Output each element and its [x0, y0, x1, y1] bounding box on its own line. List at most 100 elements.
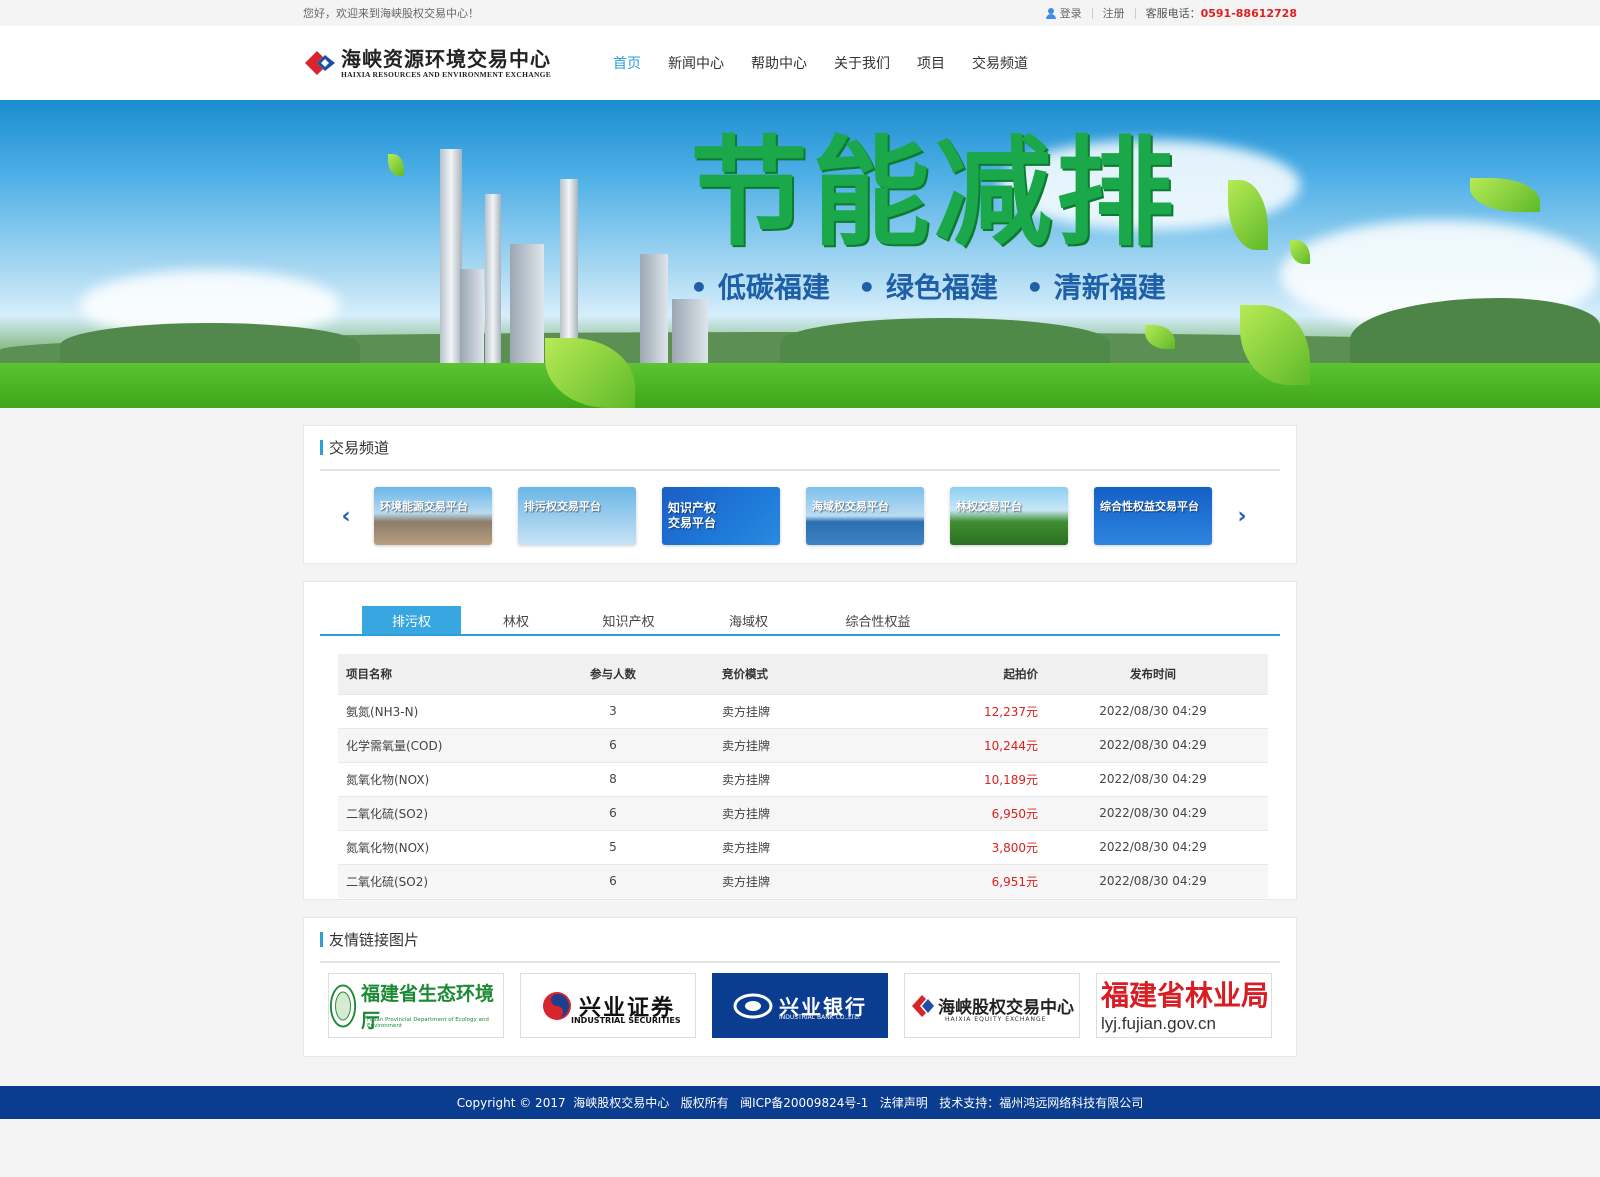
tab-sea-area[interactable]: 海域权: [686, 606, 811, 634]
grass-decoration: [0, 363, 1600, 408]
channel-label: 排污权交易平台: [524, 500, 601, 513]
channel-list: 环境能源交易平台 排污权交易平台 知识产权 交易平台 海域权交易平台 林权交易平台…: [374, 487, 1212, 545]
phone-number: 0591-88612728: [1200, 6, 1297, 20]
project-name[interactable]: 氮氧化物(NOX): [338, 761, 548, 796]
banner-slogan: 绿色福建: [858, 266, 998, 306]
col-header-mode: 竞价模式: [678, 654, 893, 694]
banner-slogan: 低碳福建: [690, 266, 830, 306]
channel-sea-area[interactable]: 海域权交易平台: [806, 487, 924, 545]
participant-count: 8: [548, 761, 678, 796]
banner-slogans: 低碳福建 绿色福建 清新福建: [690, 266, 1166, 306]
section-title: 交易频道: [320, 426, 1280, 471]
welcome-text: 您好，欢迎来到海峡股权交易中心！: [303, 7, 479, 20]
section-title-text: 友情链接图片: [329, 931, 420, 949]
channel-comprehensive[interactable]: 综合性权益交易平台: [1094, 487, 1212, 545]
nav-projects[interactable]: 项目: [917, 53, 945, 73]
nav-about[interactable]: 关于我们: [834, 53, 890, 73]
starting-price: 6,950元: [893, 795, 1038, 830]
bid-mode: 卖方挂牌: [678, 863, 893, 898]
col-header-participants: 参与人数: [548, 654, 678, 694]
bid-mode: 卖方挂牌: [678, 693, 893, 728]
site-logo[interactable]: 海峡资源环境交易中心 HAIXIA RESOURCES AND ENVIRONM…: [303, 48, 613, 79]
channel-label: 知识产权 交易平台: [668, 501, 717, 530]
tab-emission-rights[interactable]: 排污权: [362, 606, 461, 634]
starting-price: 10,189元: [893, 761, 1038, 796]
channel-label: 综合性权益交易平台: [1100, 500, 1199, 513]
chimney-decoration: [560, 179, 578, 364]
table-row[interactable]: 氮氧化物(NOX) 8 卖方挂牌 10,189元 2022/08/30 04:2…: [338, 761, 1268, 796]
bank-logo-icon: [733, 993, 773, 1018]
logo-subtitle: HAIXIA RESOURCES AND ENVIRONMENT EXCHANG…: [341, 69, 552, 79]
ecology-emblem-icon: [329, 984, 357, 1027]
link-industrial-bank[interactable]: 兴业银行 INDUSTRIAL BANK CO.,LTD.: [712, 973, 888, 1038]
carousel-prev-icon[interactable]: ‹: [334, 504, 358, 529]
building-decoration: [672, 299, 708, 364]
mountain-decoration: [60, 323, 360, 368]
starting-price: 10,244元: [893, 727, 1038, 762]
channel-environment-energy[interactable]: 环境能源交易平台: [374, 487, 492, 545]
table-row[interactable]: 氨氮(NH3-N) 3 卖方挂牌 12,237元 2022/08/30 04:2…: [338, 693, 1268, 728]
project-name[interactable]: 氨氮(NH3-N): [338, 693, 548, 728]
project-name[interactable]: 化学需氧量(COD): [338, 727, 548, 762]
site-footer: Copyright © 2017 海峡股权交易中心 版权所有 闽ICP备2000…: [0, 1086, 1600, 1119]
mountain-decoration: [780, 318, 1110, 368]
leaf-decoration: [1470, 178, 1540, 212]
project-name[interactable]: 二氧化硫(SO2): [338, 863, 548, 898]
carousel-next-icon[interactable]: ›: [1230, 504, 1254, 529]
trade-listing-panel: 排污权 林权 知识产权 海域权 综合性权益 项目名称 参与人数 竞价模式 起拍价…: [303, 581, 1297, 900]
chimney-decoration: [485, 194, 501, 364]
bid-mode: 卖方挂牌: [678, 761, 893, 796]
securities-logo-icon: [542, 991, 571, 1020]
starting-price: 12,237元: [893, 693, 1038, 728]
top-bar: 您好，欢迎来到海峡股权交易中心！ 登录 注册 客服电话： 0591-886127…: [0, 0, 1600, 26]
publish-time: 2022/08/30 04:29: [1038, 795, 1268, 830]
link-fujian-forestry[interactable]: 福建省林业局 lyj.fujian.gov.cn: [1096, 973, 1272, 1038]
publish-time: 2022/08/30 04:29: [1038, 863, 1268, 898]
title-bar-icon: [320, 440, 323, 455]
login-link[interactable]: 登录: [1045, 5, 1082, 21]
hero-banner: 节能减排 低碳福建 绿色福建 清新福建: [0, 100, 1600, 408]
divider: [1134, 7, 1136, 19]
haixia-logo-icon: [912, 994, 934, 1017]
col-header-name: 项目名称: [338, 654, 548, 694]
banner-slogan: 清新福建: [1026, 266, 1166, 306]
table-row[interactable]: 氮氧化物(NOX) 5 卖方挂牌 3,800元 2022/08/30 04:29: [338, 829, 1268, 864]
link-fujian-ecology[interactable]: 福建省生态环境厅 Fujian Provincial Department of…: [328, 973, 504, 1038]
site-header: 海峡资源环境交易中心 HAIXIA RESOURCES AND ENVIRONM…: [0, 26, 1600, 100]
project-name[interactable]: 二氧化硫(SO2): [338, 795, 548, 830]
channel-label: 海域权交易平台: [812, 500, 889, 513]
footer-text: Copyright © 2017 海峡股权交易中心 版权所有 闽ICP备2000…: [456, 1096, 1144, 1110]
tab-intellectual-property[interactable]: 知识产权: [571, 606, 686, 634]
register-link[interactable]: 注册: [1103, 5, 1125, 21]
table-row[interactable]: 化学需氧量(COD) 6 卖方挂牌 10,244元 2022/08/30 04:…: [338, 727, 1268, 762]
section-title: 友情链接图片: [320, 918, 1280, 963]
link-industrial-securities[interactable]: 兴业证券 INDUSTRIAL SECURITIES: [520, 973, 696, 1038]
nav-help[interactable]: 帮助中心: [751, 53, 807, 73]
publish-time: 2022/08/30 04:29: [1038, 693, 1268, 728]
table-header-row: 项目名称 参与人数 竞价模式 起拍价 发布时间: [338, 654, 1268, 694]
nav-news[interactable]: 新闻中心: [668, 53, 724, 73]
divider: [1091, 7, 1093, 19]
tab-forest-rights[interactable]: 林权: [461, 606, 571, 634]
friend-links-list: 福建省生态环境厅 Fujian Provincial Department of…: [304, 963, 1296, 1038]
leaf-decoration: [388, 154, 404, 176]
nav-home[interactable]: 首页: [613, 53, 641, 73]
starting-price: 6,951元: [893, 863, 1038, 898]
nav-trading-channel[interactable]: 交易频道: [972, 53, 1028, 73]
participant-count: 6: [548, 795, 678, 830]
publish-time: 2022/08/30 04:29: [1038, 727, 1268, 762]
channel-emission-rights[interactable]: 排污权交易平台: [518, 487, 636, 545]
user-icon: [1045, 7, 1056, 19]
participant-count: 3: [548, 693, 678, 728]
channel-forest-rights[interactable]: 林权交易平台: [950, 487, 1068, 545]
participant-count: 6: [548, 863, 678, 898]
channel-intellectual-property[interactable]: 知识产权 交易平台: [662, 487, 780, 545]
phone-label: 客服电话：: [1145, 7, 1201, 20]
tab-comprehensive[interactable]: 综合性权益: [811, 606, 945, 634]
starting-price: 3,800元: [893, 829, 1038, 864]
friend-links-panel: 友情链接图片 福建省生态环境厅 Fujian Provincial Depart…: [303, 917, 1297, 1057]
table-row[interactable]: 二氧化硫(SO2) 6 卖方挂牌 6,950元 2022/08/30 04:29: [338, 795, 1268, 830]
link-haixia-equity[interactable]: 海峡股权交易中心 HAIXIA EQUITY EXCHANGE: [904, 973, 1080, 1038]
project-name[interactable]: 氮氧化物(NOX): [338, 829, 548, 864]
table-row[interactable]: 二氧化硫(SO2) 6 卖方挂牌 6,951元 2022/08/30 04:29: [338, 863, 1268, 898]
